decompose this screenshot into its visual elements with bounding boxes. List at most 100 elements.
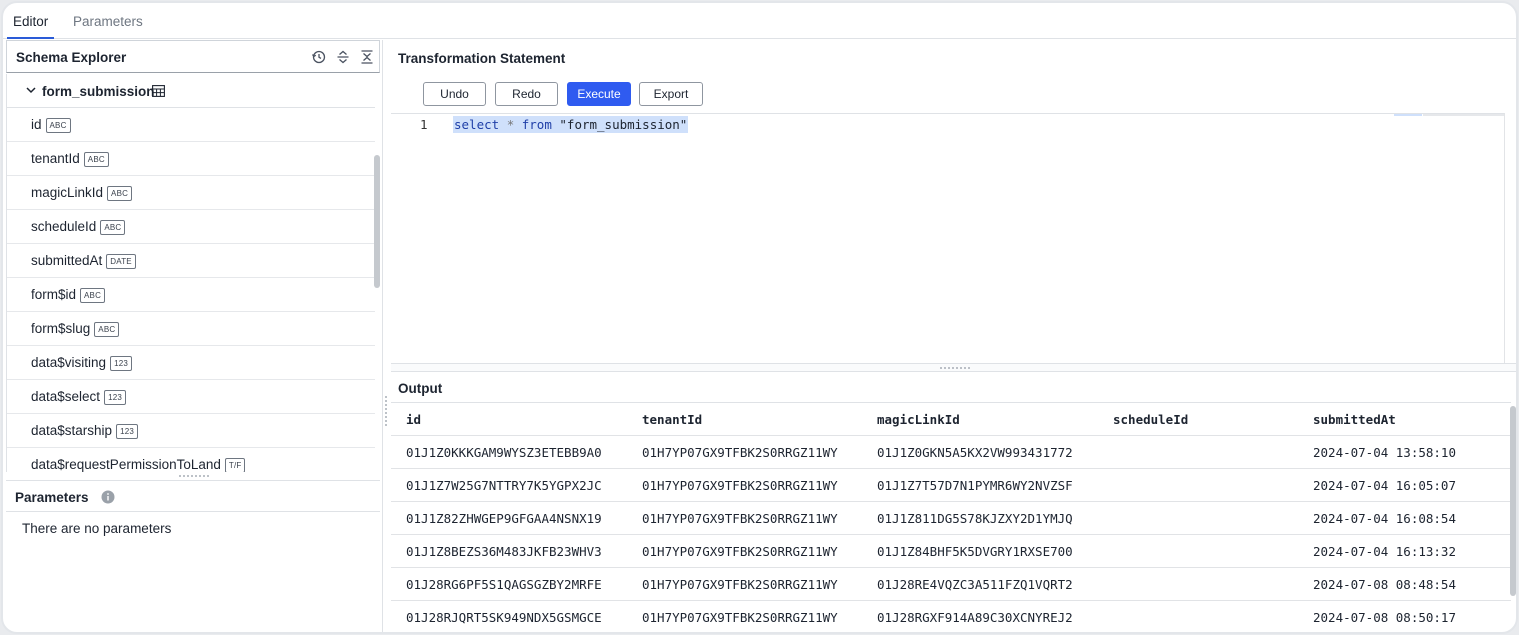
resize-grip[interactable]	[939, 366, 971, 370]
collapse-all-icon[interactable]	[359, 49, 375, 65]
table-cell[interactable]: 01J1Z0GKN5A5KX2VW993431772	[877, 445, 1073, 460]
table-cell[interactable]: 01J1Z8BEZS36M483JKFB23WHV3	[406, 544, 602, 559]
schema-scrollbar-thumb[interactable]	[374, 155, 380, 288]
table-row[interactable]: 01J28RJQRT5SK949NDX5GSMGCE 01H7YP07GX9TFB…	[391, 601, 1511, 632]
history-icon[interactable]	[311, 49, 327, 65]
field-name: data$requestPermissionToLand	[31, 457, 221, 472]
table-cell[interactable]: 01H7YP07GX9TFBK2S0RRGZ11WY	[642, 544, 838, 559]
table-cell[interactable]: 2024-07-08 08:48:54	[1313, 577, 1456, 592]
field-label: data$starship 123	[31, 423, 139, 439]
field-label: form$id ABC	[31, 287, 106, 303]
field-name: id	[31, 117, 42, 132]
line-number: 1	[420, 117, 428, 132]
field-label: id ABC	[31, 117, 71, 133]
field-row[interactable]: data$requestPermissionToLand T/F	[7, 448, 375, 472]
field-name: magicLinkId	[31, 185, 104, 200]
field-type-badge: 123	[116, 424, 139, 439]
table-row[interactable]: 01J1Z7W25G7NTTRY7K5YGPX2JC 01H7YP07GX9TFB…	[391, 469, 1511, 502]
field-row[interactable]: form$id ABC	[7, 278, 375, 312]
tab-bar: Editor Parameters	[3, 3, 1516, 39]
minimap-highlight	[1394, 114, 1422, 116]
column-header[interactable]: id	[406, 412, 421, 427]
table-cell[interactable]: 01J1Z0KKKGAM9WYSZ3ETEBB9A0	[406, 445, 602, 460]
field-type-badge: ABC	[107, 186, 133, 201]
info-icon[interactable]	[101, 490, 115, 504]
table-row[interactable]: 01J1Z0KKKGAM9WYSZ3ETEBB9A0 01H7YP07GX9TFB…	[391, 436, 1511, 469]
field-label: tenantId ABC	[31, 151, 109, 167]
table-cell[interactable]: 01J28RG6PF5S1QAGSGZBY2MRFE	[406, 577, 602, 592]
field-row[interactable]: scheduleId ABC	[7, 210, 375, 244]
column-header[interactable]: submittedAt	[1313, 412, 1396, 427]
table-row[interactable]: 01J1Z8BEZS36M483JKFB23WHV3 01H7YP07GX9TFB…	[391, 535, 1511, 568]
table-cell[interactable]: 01J28RE4VQZC3A511FZQ1VQRT2	[877, 577, 1073, 592]
table-cell[interactable]: 01J1Z7W25G7NTTRY7K5YGPX2JC	[406, 478, 602, 493]
table-cell[interactable]: 01J1Z7T57D7N1PYMR6WY2NVZSF	[877, 478, 1073, 493]
field-name: form$id	[31, 287, 77, 302]
table-row[interactable]: 01J28RG6PF5S1QAGSGZBY2MRFE 01H7YP07GX9TFB…	[391, 568, 1511, 601]
table-cell[interactable]: 01H7YP07GX9TFBK2S0RRGZ11WY	[642, 478, 838, 493]
table-cell[interactable]: 2024-07-04 16:13:32	[1313, 544, 1456, 559]
expand-all-icon[interactable]	[335, 49, 351, 65]
table-icon	[152, 85, 165, 97]
table-cell[interactable]: 01H7YP07GX9TFBK2S0RRGZ11WY	[642, 610, 838, 625]
editor-output-resize-handle[interactable]	[391, 363, 1516, 372]
field-label: form$slug ABC	[31, 321, 120, 337]
column-header[interactable]: scheduleId	[1113, 412, 1188, 427]
table-cell[interactable]: 2024-07-04 16:08:54	[1313, 511, 1456, 526]
table-cell[interactable]: 01J28RGXF914A89C30XCNYREJ2	[877, 610, 1073, 625]
table-cell[interactable]: 2024-07-04 13:58:10	[1313, 445, 1456, 460]
table-cell[interactable]: 01J1Z82ZHWGEP9GFGAA4NSNX19	[406, 511, 602, 526]
execute-button[interactable]: Execute	[567, 82, 631, 106]
field-name: tenantId	[31, 151, 80, 166]
field-label: submittedAt DATE	[31, 253, 136, 269]
left-panel-resize-handle[interactable]	[178, 474, 210, 478]
field-row[interactable]: magicLinkId ABC	[7, 176, 375, 210]
field-row[interactable]: submittedAt DATE	[7, 244, 375, 278]
table-cell[interactable]: 2024-07-08 08:50:17	[1313, 610, 1456, 625]
left-panel: Schema Explorer form_submission id ABC ten…	[3, 40, 383, 632]
tab-editor[interactable]: Editor	[7, 14, 55, 39]
table-row[interactable]: 01J1Z82ZHWGEP9GFGAA4NSNX19 01H7YP07GX9TFB…	[391, 502, 1511, 535]
table-cell[interactable]: 01H7YP07GX9TFBK2S0RRGZ11WY	[642, 445, 838, 460]
field-label: data$select 123	[31, 389, 127, 405]
code-line[interactable]: select * from "form_submission"	[453, 116, 689, 133]
parameters-header: Parameters	[6, 480, 380, 512]
chevron-down-icon[interactable]	[25, 84, 37, 96]
table-node-form-submission[interactable]: form_submission	[7, 74, 375, 108]
column-header[interactable]: magicLinkId	[877, 412, 960, 427]
field-type-badge: ABC	[45, 118, 71, 133]
undo-button[interactable]: Undo	[423, 82, 486, 106]
field-row[interactable]: id ABC	[7, 108, 375, 142]
field-type-badge: DATE	[106, 254, 136, 269]
table-cell[interactable]: 01H7YP07GX9TFBK2S0RRGZ11WY	[642, 511, 838, 526]
field-name: form$slug	[31, 321, 91, 336]
field-type-badge: ABC	[94, 322, 120, 337]
table-cell[interactable]: 01J1Z84BHF5K5DVGRY1RXSE700	[877, 544, 1073, 559]
code-table-name: "form_submission"	[559, 117, 688, 132]
schema-explorer-header: Schema Explorer	[6, 40, 380, 73]
code-operator: *	[506, 117, 515, 132]
parameters-empty-text: There are no parameters	[22, 521, 172, 536]
table-cell[interactable]: 01H7YP07GX9TFBK2S0RRGZ11WY	[642, 577, 838, 592]
table-cell[interactable]: 01J28RJQRT5SK949NDX5GSMGCE	[406, 610, 602, 625]
field-row[interactable]: data$visiting 123	[7, 346, 375, 380]
table-cell[interactable]: 2024-07-04 16:05:07	[1313, 478, 1456, 493]
export-button[interactable]: Export	[639, 82, 703, 106]
field-list: id ABC tenantId ABC magicLinkId ABC scheduleId…	[7, 108, 375, 472]
statement-title: Transformation Statement	[398, 51, 566, 66]
field-name: data$starship	[31, 423, 113, 438]
field-row[interactable]: tenantId ABC	[7, 142, 375, 176]
minimap-line	[1423, 114, 1505, 116]
redo-button[interactable]: Redo	[495, 82, 558, 106]
field-row[interactable]: data$starship 123	[7, 414, 375, 448]
field-row[interactable]: form$slug ABC	[7, 312, 375, 346]
editor-scrollbar[interactable]	[1504, 113, 1516, 363]
field-row[interactable]: data$select 123	[7, 380, 375, 414]
code-editor[interactable]: 1 select * from "form_submission"	[391, 113, 1504, 363]
output-scrollbar-thumb[interactable]	[1510, 406, 1516, 596]
column-header[interactable]: tenantId	[642, 412, 702, 427]
field-name: data$select	[31, 389, 101, 404]
tab-parameters[interactable]: Parameters	[73, 14, 143, 36]
table-cell[interactable]: 01J1Z811DG5S78KJZXY2D1YMJQ	[877, 511, 1073, 526]
vertical-resize-handle[interactable]	[384, 395, 388, 427]
